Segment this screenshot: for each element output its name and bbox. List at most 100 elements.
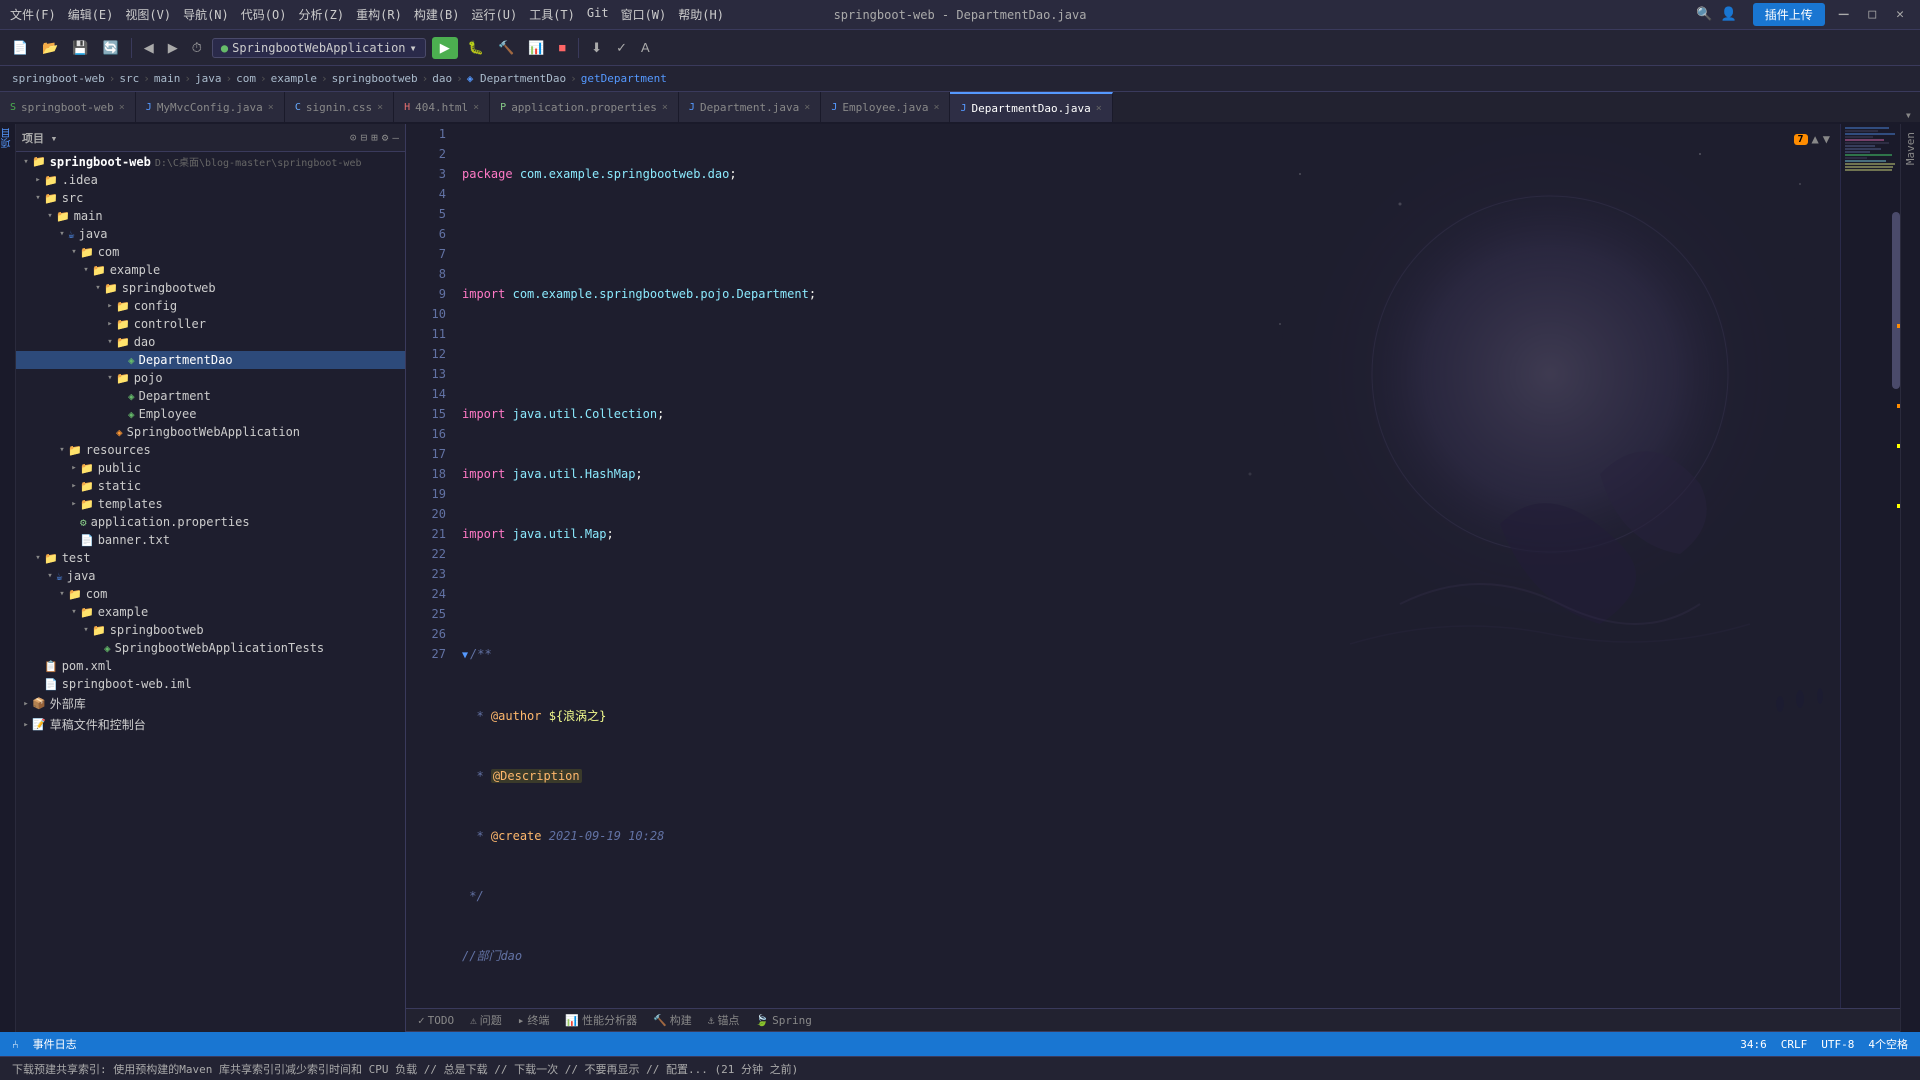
tab-terminal[interactable]: ▸ 终端 [514, 1010, 554, 1030]
tab-spring[interactable]: 🍃 Spring [751, 1012, 815, 1029]
run-button[interactable]: ▶ [432, 37, 458, 59]
tree-dao[interactable]: ▾ 📁 dao [16, 333, 405, 351]
tree-example[interactable]: ▾ 📁 example [16, 261, 405, 279]
translate-button[interactable]: A [637, 38, 654, 57]
menu-window[interactable]: 窗口(W) [621, 6, 667, 23]
code-editor[interactable]: 1 2 3 4 5 6 7 8 9 10 11 12 13 14 15 16 1… [406, 124, 1900, 1008]
tree-com[interactable]: ▾ 📁 com [16, 243, 405, 261]
tree-config[interactable]: ▸ 📁 config [16, 297, 405, 315]
breadcrumb-springbootweb[interactable]: springbootweb [332, 72, 418, 85]
menu-git[interactable]: Git [587, 6, 609, 23]
tab-404html[interactable]: H 404.html × [394, 92, 490, 122]
breadcrumb-example[interactable]: example [271, 72, 317, 85]
breadcrumb-main[interactable]: main [154, 72, 181, 85]
breadcrumb-method[interactable]: getDepartment [581, 72, 667, 85]
forward-button[interactable]: ▶ [164, 38, 182, 58]
indent-indicator[interactable]: 4个空格 [1868, 1036, 1908, 1052]
recent-files-button[interactable]: ⏱ [188, 38, 206, 58]
tab-department[interactable]: J Department.java × [679, 92, 821, 122]
window-controls[interactable]: 🔍 👤 插件上传 ─ □ ✕ [1696, 3, 1910, 26]
tab-build[interactable]: 🔨 构建 [649, 1010, 696, 1030]
tree-pom[interactable]: 📋 pom.xml [16, 657, 405, 675]
tree-test[interactable]: ▾ 📁 test [16, 549, 405, 567]
tree-java[interactable]: ▾ ☕ java [16, 225, 405, 243]
encoding-indicator[interactable]: UTF-8 [1821, 1038, 1854, 1051]
tab-employee[interactable]: J Employee.java × [821, 92, 950, 122]
maven-label[interactable]: Maven [1904, 132, 1917, 165]
back-button[interactable]: ◀ [140, 38, 158, 58]
menu-analyze[interactable]: 分析(Z) [298, 6, 344, 23]
tab-close-springbootweb[interactable]: × [119, 102, 125, 113]
warning-indicator[interactable]: 7 ▲ ▼ [1794, 132, 1831, 146]
tree-test-springbootweb[interactable]: ▾ 📁 springbootweb [16, 621, 405, 639]
menu-run[interactable]: 运行(U) [472, 6, 518, 23]
breadcrumb-departmentdao[interactable]: ◈ DepartmentDao [467, 72, 566, 85]
collapse-all-icon[interactable]: ⊟ [361, 131, 368, 144]
tree-scratch[interactable]: ▸ 📝 草稿文件和控制台 [16, 714, 405, 735]
tree-test-com[interactable]: ▾ 📁 com [16, 585, 405, 603]
tab-appprops[interactable]: P application.properties × [490, 92, 679, 122]
tree-main[interactable]: ▾ 📁 main [16, 207, 405, 225]
save-button[interactable]: 💾 [68, 38, 92, 58]
breadcrumb-dao[interactable]: dao [432, 72, 452, 85]
event-log-label[interactable]: 事件日志 [33, 1036, 77, 1052]
tree-src[interactable]: ▾ 📁 src [16, 189, 405, 207]
upload-button[interactable]: 插件上传 [1753, 3, 1825, 26]
tree-iml[interactable]: 📄 springboot-web.iml [16, 675, 405, 693]
menu-nav[interactable]: 导航(N) [183, 6, 229, 23]
menu-edit[interactable]: 编辑(E) [68, 6, 114, 23]
tree-resources[interactable]: ▾ 📁 resources [16, 441, 405, 459]
menu-refactor[interactable]: 重构(R) [356, 6, 402, 23]
coverage-button[interactable]: 📊 [524, 38, 548, 58]
open-button[interactable]: 📂 [38, 38, 62, 58]
tree-root[interactable]: ▾ 📁 springboot-web D:\C桌面\blog-master\sp… [16, 152, 405, 171]
close-sidebar-icon[interactable]: — [392, 131, 399, 144]
tree-templates[interactable]: ▸ 📁 templates [16, 495, 405, 513]
breadcrumb-root[interactable]: springboot-web [12, 72, 105, 85]
warning-up-button[interactable]: ▲ [1812, 132, 1819, 146]
tree-test-class[interactable]: ◈ SpringbootWebApplicationTests [16, 639, 405, 657]
stop-button[interactable]: ■ [554, 38, 570, 57]
code-text[interactable]: package com.example.springbootweb.dao; i… [454, 124, 1840, 1008]
tree-ext-libs[interactable]: ▸ 📦 外部库 [16, 693, 405, 714]
tab-close-404html[interactable]: × [473, 102, 479, 113]
tab-close-mymvcconfig[interactable]: × [268, 102, 274, 113]
tree-pojo[interactable]: ▾ 📁 pojo [16, 369, 405, 387]
breadcrumb-com[interactable]: com [236, 72, 256, 85]
tab-springbootweb[interactable]: S springboot-web × [0, 92, 136, 122]
tree-test-java[interactable]: ▾ ☕ java [16, 567, 405, 585]
scrollbar-thumb[interactable] [1892, 212, 1900, 389]
tab-list-button[interactable]: ▾ [1897, 108, 1920, 122]
git-update-button[interactable]: ⬇ [587, 38, 606, 58]
tree-banner[interactable]: 📄 banner.txt [16, 531, 405, 549]
tab-profiler[interactable]: 📊 性能分析器 [561, 1010, 641, 1030]
tree-test-example[interactable]: ▾ 📁 example [16, 603, 405, 621]
menu-code[interactable]: 代码(O) [241, 6, 287, 23]
tab-mymvcconfig[interactable]: J MyMvcConfig.java × [136, 92, 285, 122]
tab-signincss[interactable]: C signin.css × [285, 92, 394, 122]
tab-close-signincss[interactable]: × [377, 102, 383, 113]
settings-icon[interactable]: ⚙ [382, 131, 389, 144]
debug-button[interactable]: 🐛 [464, 38, 488, 58]
tree-appprops[interactable]: ⚙ application.properties [16, 513, 405, 531]
line-ending-indicator[interactable]: CRLF [1781, 1038, 1808, 1051]
breadcrumb-src[interactable]: src [119, 72, 139, 85]
tree-springbootweb[interactable]: ▾ 📁 springbootweb [16, 279, 405, 297]
tree-employee-class[interactable]: ◈ Employee [16, 405, 405, 423]
warning-down-button[interactable]: ▼ [1823, 132, 1830, 146]
tab-bookmark[interactable]: ⚓ 锚点 [704, 1010, 744, 1030]
tree-department-class[interactable]: ◈ Department [16, 387, 405, 405]
git-commit-button[interactable]: ✓ [612, 38, 631, 58]
tab-close-department[interactable]: × [804, 102, 810, 113]
tab-todo[interactable]: ✓ TODO [414, 1012, 458, 1029]
menu-tools[interactable]: 工具(T) [529, 6, 575, 23]
breadcrumb-java[interactable]: java [195, 72, 222, 85]
project-panel-icon[interactable]: 项目 [0, 128, 15, 148]
tree-static[interactable]: ▸ 📁 static [16, 477, 405, 495]
menu-build[interactable]: 构建(B) [414, 6, 460, 23]
search-icon[interactable]: 🔍 [1696, 7, 1712, 22]
locate-icon[interactable]: ⊙ [350, 131, 357, 144]
tab-close-employee[interactable]: × [933, 102, 939, 113]
close-button[interactable]: ✕ [1890, 7, 1910, 22]
tree-controller[interactable]: ▸ 📁 controller [16, 315, 405, 333]
